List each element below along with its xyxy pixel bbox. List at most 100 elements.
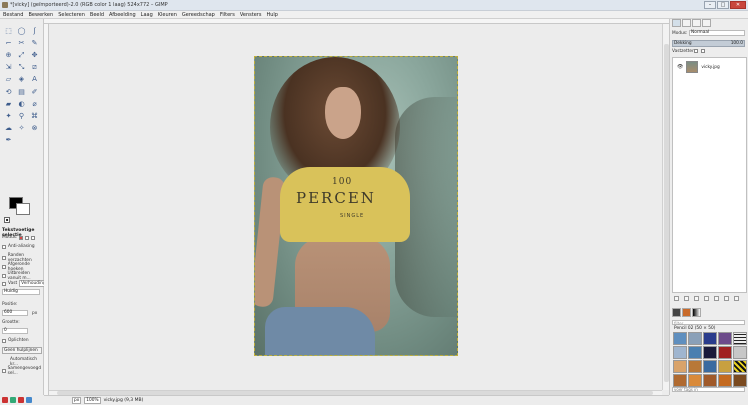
pattern-item[interactable] [688, 374, 702, 387]
move-tool-icon[interactable]: ✥ [28, 49, 41, 61]
menu-beeld[interactable]: Beeld [90, 12, 104, 18]
blur-tool-icon[interactable]: ☁ [2, 123, 15, 135]
duplicate-layer-icon[interactable] [704, 296, 709, 301]
highlight-row[interactable]: Oplichten [2, 338, 29, 343]
feather-checkbox[interactable] [2, 256, 6, 260]
pattern-item[interactable] [718, 374, 732, 387]
cage-tool-icon[interactable]: ⟲ [2, 86, 15, 98]
pattern-item[interactable] [733, 346, 747, 359]
unit-select[interactable]: px [72, 397, 82, 404]
paths-tool-icon[interactable]: ✎ [28, 37, 41, 49]
reset-options-icon[interactable] [26, 396, 32, 403]
measure-tool-icon[interactable]: ⤢ [15, 49, 28, 61]
pattern-item[interactable] [703, 374, 717, 387]
menu-kleuren[interactable]: Kleuren [158, 12, 177, 18]
ink-tool-icon[interactable]: ✦ [2, 110, 15, 122]
pattern-item[interactable] [733, 360, 747, 373]
paintbrush-tool-icon[interactable]: ▰ [2, 98, 15, 110]
pattern-item[interactable] [688, 346, 702, 359]
layer-row[interactable]: 👁 vicky.jpg [673, 60, 746, 74]
restore-options-icon[interactable] [10, 396, 16, 403]
close-button[interactable]: ✕ [730, 1, 746, 9]
eraser-tool-icon[interactable]: ◐ [15, 98, 28, 110]
vertical-scrollbar[interactable] [662, 24, 669, 390]
ellipse-select-tool-icon[interactable]: ◯ [15, 25, 28, 37]
maximize-button[interactable]: □ [717, 1, 729, 9]
menu-bewerken[interactable]: Bewerken [28, 12, 53, 18]
merge-layer-icon[interactable] [724, 296, 729, 301]
text-tool-icon[interactable]: A [28, 74, 41, 86]
merged-checkbox[interactable] [2, 369, 6, 373]
guides-select[interactable]: Geen hulplijnen [2, 347, 42, 354]
lock-alpha-checkbox[interactable] [701, 49, 705, 53]
rect-select-tool-icon[interactable]: ⬚ [2, 25, 15, 37]
layers-tab-icon[interactable] [672, 19, 681, 27]
menu-gereedschap[interactable]: Gereedschap [182, 12, 215, 18]
pattern-item[interactable] [673, 360, 687, 373]
rotate-tool-icon[interactable]: ⧄ [28, 62, 41, 74]
smudge-tool-icon[interactable]: ⊗ [28, 123, 41, 135]
pattern-item[interactable] [733, 332, 747, 345]
mode-replace-icon[interactable] [19, 235, 24, 240]
crop-tool-icon[interactable]: ⤡ [15, 62, 28, 74]
dodge-tool-icon[interactable]: ✧ [15, 123, 28, 135]
menu-filters[interactable]: Filters [220, 12, 235, 18]
pattern-item[interactable] [718, 360, 732, 373]
current-field[interactable]: Huidig [2, 289, 40, 295]
pattern-item[interactable] [733, 374, 747, 387]
gradients-tab-icon[interactable] [692, 308, 701, 317]
brushes-tab-icon[interactable] [672, 308, 681, 317]
brush-filter-input[interactable]: filter [672, 320, 745, 326]
menu-vensters[interactable]: Vensters [240, 12, 262, 18]
pattern-item[interactable] [703, 332, 717, 345]
channels-tab-icon[interactable] [682, 19, 691, 27]
clone-tool-icon[interactable]: ⚲ [15, 110, 28, 122]
visibility-eye-icon[interactable]: 👁 [677, 64, 683, 70]
paths-tab-icon[interactable] [692, 19, 701, 27]
patterns-tab-icon[interactable] [682, 308, 691, 317]
rounded-checkbox[interactable] [2, 265, 6, 269]
heal-tool-icon[interactable]: ⌘ [28, 110, 41, 122]
zoom-select[interactable]: 100% [84, 397, 101, 404]
minimize-button[interactable]: – [704, 1, 716, 9]
image-canvas[interactable]: 100 PERCEN SINGLE [254, 56, 458, 356]
color-picker-tool-icon[interactable]: ✒ [2, 135, 15, 147]
menu-hulp[interactable]: Hulp [266, 12, 278, 18]
pattern-item[interactable] [718, 346, 732, 359]
free-select-tool-icon[interactable]: ʃ [28, 25, 41, 37]
pattern-item[interactable] [703, 346, 717, 359]
airbrush-tool-icon[interactable]: ⌀ [28, 98, 41, 110]
fuzzy-select-tool-icon[interactable]: ⌐ [2, 37, 15, 49]
tags-input[interactable]: voer tags in [672, 387, 745, 392]
expand-checkbox[interactable] [2, 274, 6, 278]
align-tool-icon[interactable]: ⇲ [2, 62, 15, 74]
pattern-item[interactable] [718, 332, 732, 345]
menu-laag[interactable]: Laag [141, 12, 153, 18]
lock-pixels-checkbox[interactable] [694, 49, 698, 53]
new-layer-icon[interactable] [674, 296, 679, 301]
bucket-fill-tool-icon[interactable]: ▤ [15, 86, 28, 98]
scissors-select-tool-icon[interactable]: ✂ [15, 37, 28, 49]
pattern-item[interactable] [673, 332, 687, 345]
undo-tab-icon[interactable] [702, 19, 711, 27]
antialias-row[interactable]: Anti-aliasing [2, 244, 35, 249]
menu-afbeelding[interactable]: Afbeelding [109, 12, 136, 18]
pattern-item[interactable] [673, 374, 687, 387]
perspective-tool-icon[interactable]: ▱ [2, 74, 15, 86]
mode-add-icon[interactable] [25, 235, 30, 240]
fixed-checkbox[interactable] [2, 281, 6, 286]
save-options-icon[interactable] [2, 396, 8, 403]
layer-mode-select[interactable]: Normaal [689, 30, 745, 36]
delete-layer-icon[interactable] [734, 296, 739, 301]
menu-selecteren[interactable]: Selecteren [58, 12, 85, 18]
flip-tool-icon[interactable]: ◈ [15, 74, 28, 86]
opacity-slider[interactable]: Dekking 100.0 [672, 40, 745, 47]
pattern-item[interactable] [688, 360, 702, 373]
mode-subtract-icon[interactable] [31, 235, 36, 240]
position-unit-label[interactable]: px [32, 311, 37, 316]
fixed-row[interactable]: Vast Verhouding [2, 280, 48, 287]
pattern-item[interactable] [703, 360, 717, 373]
reset-colors-icon[interactable]: ▪ [4, 217, 10, 223]
raise-layer-icon[interactable] [684, 296, 689, 301]
pencil-tool-icon[interactable]: ✐ [28, 86, 41, 98]
